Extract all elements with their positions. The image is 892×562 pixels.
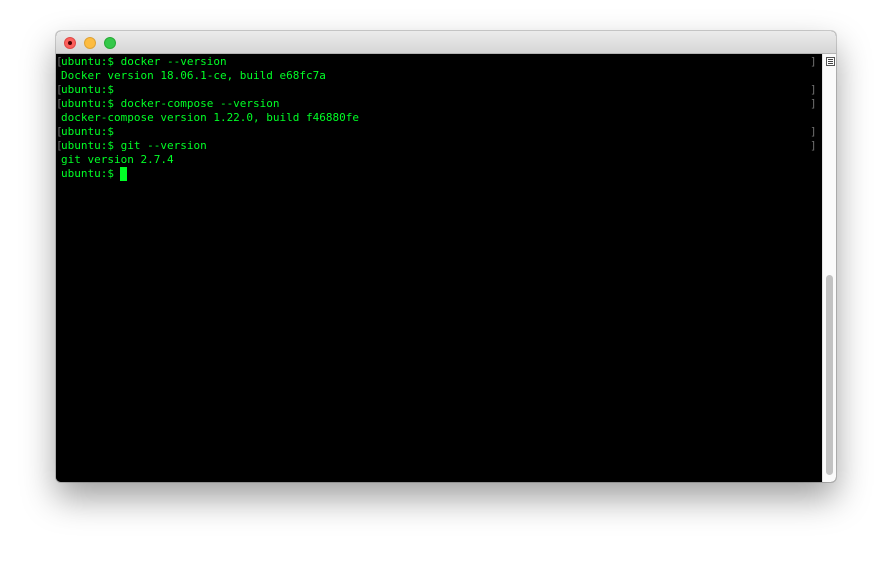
line-mark-right: ]: [810, 125, 817, 138]
close-window-button[interactable]: [64, 37, 76, 49]
terminal-prompt-line[interactable]: ubuntu:$: [56, 167, 822, 181]
terminal-prompt: ubuntu:$: [61, 167, 127, 181]
title-bar[interactable]: [56, 31, 836, 54]
minimize-window-button[interactable]: [84, 37, 96, 49]
terminal-line: git version 2.7.4: [56, 153, 822, 167]
terminal-line: Docker version 18.06.1-ce, build e68fc7a: [56, 69, 822, 83]
terminal-line-text: ubuntu:$ docker-compose --version: [61, 97, 280, 110]
line-mark-right: ]: [810, 55, 817, 68]
terminal-line: [ ubuntu:$ docker --version ]: [56, 55, 822, 69]
terminal-window: [ ubuntu:$ docker --version ] Docker ver…: [56, 31, 836, 482]
terminal-line-text: ubuntu:$ git --version: [61, 139, 207, 152]
terminal-line: [ ubuntu:$ ]: [56, 125, 822, 139]
terminal-line-text: docker-compose version 1.22.0, build f46…: [61, 111, 360, 124]
line-mark-right: ]: [810, 139, 817, 152]
line-mark-right: ]: [810, 83, 817, 96]
terminal-line: [ ubuntu:$ docker-compose --version ]: [56, 97, 822, 111]
terminal-line-text: ubuntu:$: [61, 125, 114, 138]
terminal-line-text: git version 2.7.4: [61, 153, 174, 166]
terminal-line: docker-compose version 1.22.0, build f46…: [56, 111, 822, 125]
zoom-window-button[interactable]: [104, 37, 116, 49]
terminal-line: [ ubuntu:$ git --version ]: [56, 139, 822, 153]
scroll-thumb[interactable]: [826, 275, 833, 475]
line-mark-right: ]: [810, 97, 817, 110]
terminal-lines: [ ubuntu:$ docker --version ] Docker ver…: [56, 55, 822, 181]
terminal-line: [ ubuntu:$ ]: [56, 83, 822, 97]
terminal-content[interactable]: [ ubuntu:$ docker --version ] Docker ver…: [56, 54, 822, 482]
terminal-line-text: Docker version 18.06.1-ce, build e68fc7a: [61, 69, 326, 82]
terminal-line-text: ubuntu:$ docker --version: [61, 55, 227, 68]
list-icon[interactable]: [826, 57, 835, 66]
prompt-text: ubuntu:$: [61, 167, 114, 180]
vertical-scrollbar[interactable]: [822, 54, 836, 482]
terminal-line-text: ubuntu:$: [61, 83, 114, 96]
text-cursor: [119, 167, 127, 181]
